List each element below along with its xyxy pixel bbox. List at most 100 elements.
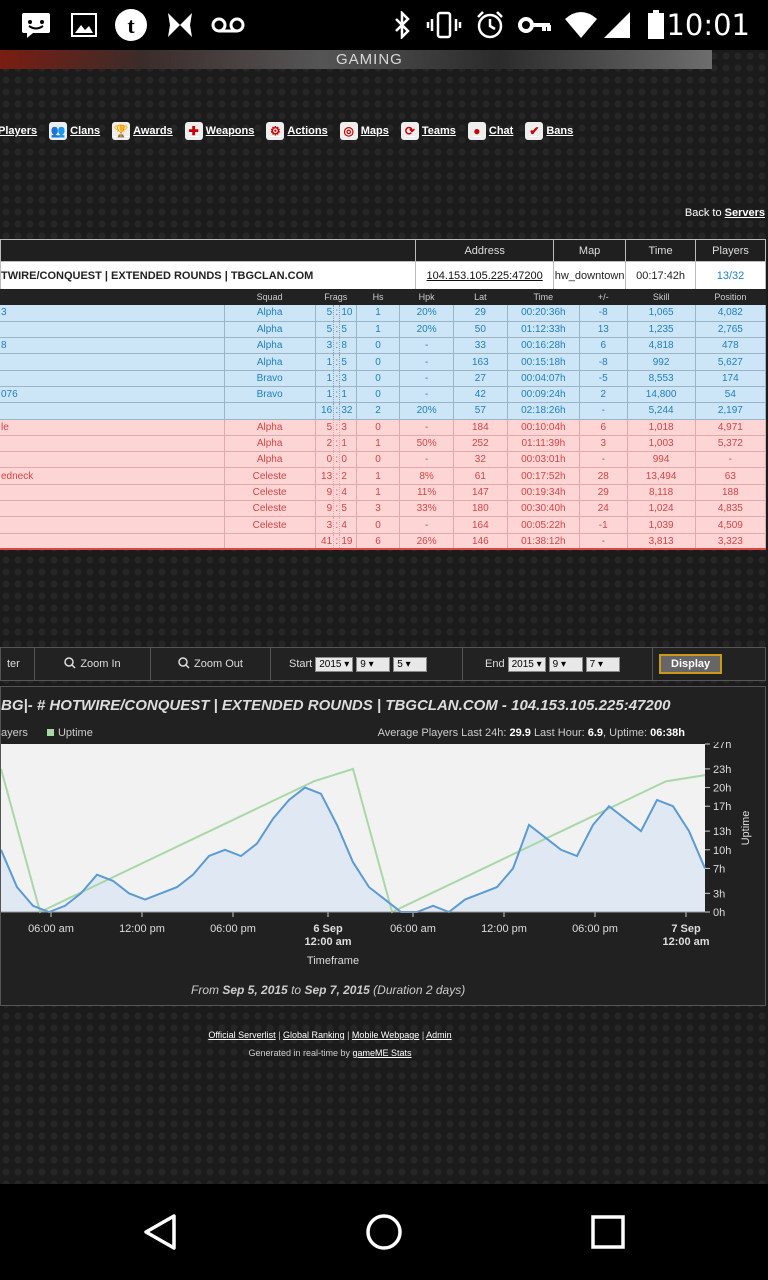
player-name[interactable]: [0, 516, 225, 534]
gameme-link[interactable]: gameME Stats: [353, 1048, 412, 1058]
end-month-select[interactable]: 9 ▾: [548, 656, 583, 672]
wifi-icon: [564, 10, 598, 40]
players-header-row: Squad Frags Hs Hpk Lat Time +/- Skill Position: [0, 289, 766, 305]
nav-actions[interactable]: ⚙ Actions: [266, 122, 328, 140]
cell: 0: [356, 337, 401, 355]
official-serverlist-link[interactable]: Official Serverlist: [208, 1030, 275, 1040]
cell: Celeste: [224, 500, 316, 518]
display-group: Display: [653, 648, 728, 680]
date-range: From Sep 5, 2015 to Sep 7, 2015 (Duratio…: [191, 983, 466, 997]
player-name[interactable]: [0, 500, 225, 518]
cell: -: [399, 353, 454, 371]
cell: 3: [356, 500, 401, 518]
cell: 29: [453, 305, 508, 322]
global-ranking-link[interactable]: Global Ranking: [283, 1030, 345, 1040]
column-header[interactable]: Hpk: [399, 289, 454, 305]
nav-maps[interactable]: ◎ Maps: [339, 122, 389, 140]
y-tick-label: 3h: [713, 888, 725, 900]
back-icon[interactable]: [140, 1212, 180, 1257]
cell: 26%: [399, 533, 454, 551]
cell: 1: [339, 386, 357, 404]
end-day-select[interactable]: 7 ▾: [585, 656, 620, 672]
cell: 0: [356, 353, 401, 371]
player-name[interactable]: [0, 533, 225, 551]
player-name[interactable]: [0, 402, 225, 420]
nav-clans[interactable]: 👥 Clans: [49, 122, 100, 140]
recents-icon[interactable]: [590, 1214, 626, 1255]
cell: 20%: [399, 402, 454, 420]
zoom-in-button[interactable]: Zoom In: [35, 648, 151, 680]
servers-link[interactable]: Servers: [725, 207, 765, 219]
trophy-icon: 🏆: [112, 122, 131, 140]
cell: 5: [339, 500, 357, 518]
cell: 1: [356, 467, 401, 485]
player-name[interactable]: [0, 321, 225, 339]
nav-label: Awards: [133, 125, 173, 137]
nav-teams[interactable]: ⟳ Teams: [400, 122, 456, 140]
column-header[interactable]: Lat: [453, 289, 508, 305]
nav-players[interactable]: 👤Players: [0, 125, 37, 137]
column-header[interactable]: +/-: [579, 289, 628, 305]
table-row: 16:32 2 20% 57 02:18:26h -5,244 2,197: [0, 402, 767, 420]
table-row: Alpha 0:0 0-32 00:03:01h -994-: [0, 451, 767, 469]
legend-uptime[interactable]: Uptime: [58, 727, 93, 739]
start-label: Start: [289, 658, 313, 670]
player-name[interactable]: le: [0, 419, 225, 436]
player-name[interactable]: edneck: [0, 467, 225, 485]
home-icon[interactable]: [364, 1212, 404, 1257]
cell: -1: [579, 516, 628, 534]
server-name: TWIRE/CONQUEST | EXTENDED ROUNDS | TBGCL…: [0, 261, 417, 290]
column-header[interactable]: Time: [507, 289, 580, 305]
column-header[interactable]: Hs: [356, 289, 400, 305]
nav-weapons[interactable]: ✚ Weapons: [184, 122, 254, 140]
display-button[interactable]: Display: [659, 654, 723, 674]
player-name[interactable]: [0, 435, 225, 453]
player-name[interactable]: [0, 451, 225, 469]
zoom-out-button[interactable]: Zoom Out: [151, 648, 271, 680]
legend-uptime-swatch: [46, 729, 54, 736]
player-name[interactable]: [0, 484, 225, 502]
start-year-select[interactable]: 2015 ▾: [315, 656, 354, 672]
table-row: le Alpha 5:3 0-184 00:10:04h 6 1,018 4,971: [0, 419, 767, 436]
table-row: Bravo 1:3 0-27 00:04:07h -5 8,553 174: [0, 370, 767, 387]
column-header[interactable]: Squad: [224, 289, 316, 305]
server-address[interactable]: 104.153.105.225:47200: [415, 261, 555, 290]
map-header: Map: [553, 239, 627, 262]
cell: Alpha: [224, 435, 316, 453]
server-map: hw_downtown: [553, 261, 627, 290]
alarm-icon: [474, 10, 506, 40]
player-name[interactable]: 076: [0, 386, 225, 404]
start-day-select[interactable]: 5 ▾: [393, 656, 428, 672]
legend-players[interactable]: ayers: [1, 727, 28, 739]
address-link[interactable]: 104.153.105.225:47200: [427, 270, 543, 282]
filter-button[interactable]: ter: [1, 648, 35, 680]
player-name[interactable]: [0, 353, 225, 371]
server-players: 13/32: [695, 261, 766, 290]
cell: 252: [453, 435, 508, 453]
column-header[interactable]: Skill: [627, 289, 696, 305]
cell: [224, 402, 316, 420]
nav-awards[interactable]: 🏆 Awards: [112, 122, 173, 140]
player-name[interactable]: [0, 370, 225, 387]
end-year-select[interactable]: 2015 ▾: [507, 656, 546, 672]
admin-link[interactable]: Admin: [426, 1030, 452, 1040]
cell: -: [399, 370, 454, 387]
nav-bans[interactable]: ✔ Bans: [525, 122, 573, 140]
cell: -: [579, 533, 628, 551]
zoom-in-label: Zoom In: [80, 658, 121, 670]
mobile-webpage-link[interactable]: Mobile Webpage: [352, 1030, 419, 1040]
cell: -: [399, 451, 454, 469]
magnifier-icon: [64, 656, 76, 672]
column-header[interactable]: Frags: [315, 289, 357, 305]
cell: 188: [695, 484, 767, 502]
column-header[interactable]: Position: [695, 289, 766, 305]
start-month-select[interactable]: 9 ▾: [356, 656, 391, 672]
players-chart[interactable]: 0h 3h 7h 10h 13h 17h 20h 23h 27h Uptime 06:00 am 12…: [1, 742, 767, 1002]
cell: 2: [339, 467, 357, 485]
player-name[interactable]: 8: [0, 337, 225, 355]
cell: 3: [339, 370, 357, 387]
cell: 00:17:52h: [507, 467, 581, 485]
nav-chat[interactable]: ● Chat: [467, 122, 513, 140]
cell: Bravo: [224, 370, 316, 387]
player-name[interactable]: 3: [0, 305, 225, 322]
